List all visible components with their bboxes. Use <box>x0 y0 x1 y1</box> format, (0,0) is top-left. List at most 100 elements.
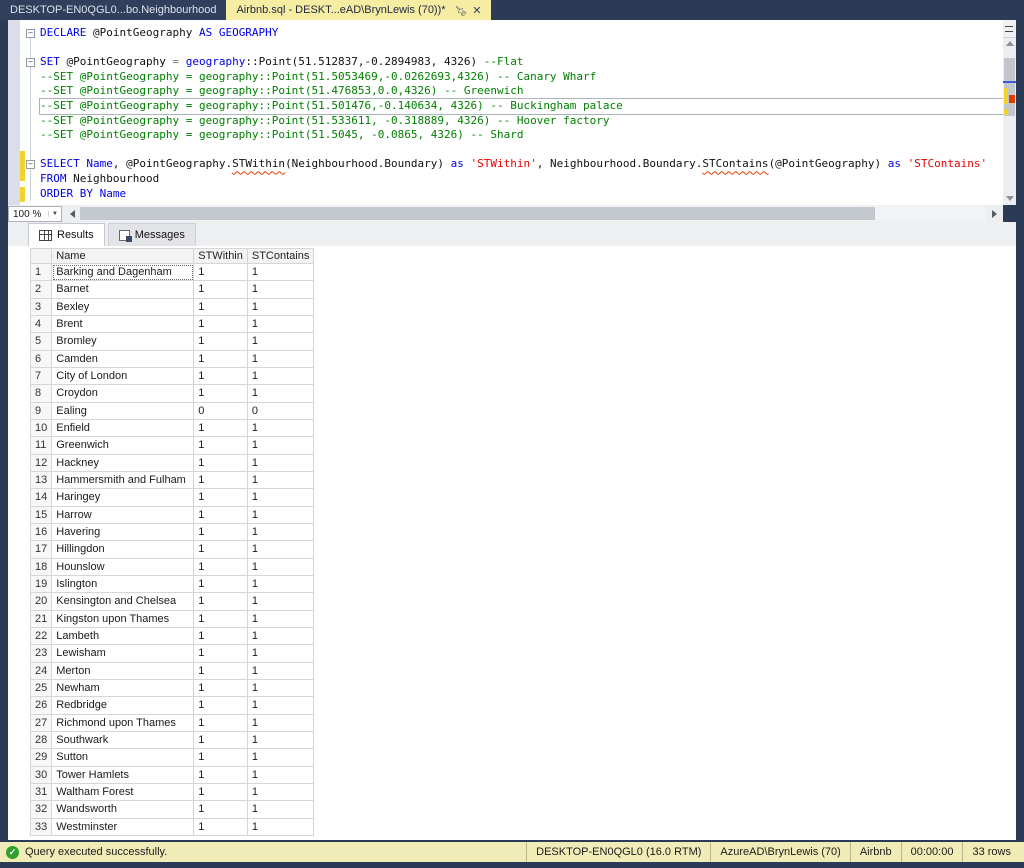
grid-cell[interactable]: Hillingdon <box>52 541 194 558</box>
grid-cell[interactable]: Ealing <box>52 402 194 419</box>
grid-cell[interactable]: 1 <box>247 523 313 540</box>
grid-cell[interactable]: Lambeth <box>52 627 194 644</box>
grid-cell[interactable]: Richmond upon Thames <box>52 714 194 731</box>
grid-cell[interactable]: 1 <box>194 714 248 731</box>
editor-hscrollbar[interactable] <box>80 206 986 221</box>
grid-cell[interactable]: 1 <box>247 367 313 384</box>
grid-cell[interactable]: Newham <box>52 679 194 696</box>
grid-cell[interactable]: Westminster <box>52 818 194 835</box>
row-number[interactable]: 6 <box>31 350 52 367</box>
code-line[interactable]: --SET @PointGeography = geography::Point… <box>40 99 1003 114</box>
grid-cell[interactable]: 1 <box>194 489 248 506</box>
collapse-toggle-icon[interactable]: – <box>26 29 35 38</box>
column-header[interactable]: Name <box>52 249 194 264</box>
grid-cell[interactable]: 1 <box>247 454 313 471</box>
grid-cell[interactable]: Barking and Dagenham <box>52 264 194 281</box>
grid-cell[interactable]: 1 <box>247 264 313 281</box>
results-grid[interactable]: NameSTWithinSTContains 1Barking and Dage… <box>30 248 314 836</box>
grid-cell[interactable]: 1 <box>194 645 248 662</box>
grid-cell[interactable]: 1 <box>194 627 248 644</box>
row-number[interactable]: 33 <box>31 818 52 835</box>
row-number[interactable]: 3 <box>31 298 52 315</box>
grid-cell[interactable]: 1 <box>194 766 248 783</box>
code-line[interactable]: --SET @PointGeography = geography::Point… <box>40 114 1003 129</box>
collapse-toggle-icon[interactable]: – <box>26 58 35 67</box>
document-tab-neighbourhood[interactable]: DESKTOP-EN0QGL0...bo.Neighbourhood <box>0 0 226 20</box>
grid-cell[interactable]: 1 <box>194 593 248 610</box>
code-line[interactable]: --SET @PointGeography = geography::Point… <box>40 128 1003 143</box>
grid-cell[interactable]: 1 <box>247 575 313 592</box>
grid-cell[interactable]: Redbridge <box>52 697 194 714</box>
row-number[interactable]: 23 <box>31 645 52 662</box>
grid-cell[interactable]: Croydon <box>52 385 194 402</box>
grid-cell[interactable]: Southwark <box>52 731 194 748</box>
grid-cell[interactable]: Waltham Forest <box>52 783 194 800</box>
row-number[interactable]: 31 <box>31 783 52 800</box>
grid-cell[interactable]: 1 <box>194 385 248 402</box>
grid-cell[interactable]: 1 <box>194 558 248 575</box>
grid-cell[interactable]: 1 <box>194 333 248 350</box>
column-header-rownum[interactable] <box>31 249 52 264</box>
grid-cell[interactable]: 0 <box>194 402 248 419</box>
code-line[interactable]: SET @PointGeography = geography::Point(5… <box>40 55 1003 70</box>
grid-cell[interactable]: 1 <box>247 350 313 367</box>
hscroll-left-icon[interactable] <box>70 210 75 218</box>
document-tab-airbnb[interactable]: Airbnb.sql - DESKT...eAD\BrynLewis (70))… <box>226 0 491 20</box>
row-number[interactable]: 15 <box>31 506 52 523</box>
sql-editor[interactable]: ––– DECLARE @PointGeography AS GEOGRAPHY… <box>8 20 1003 205</box>
grid-cell[interactable]: 1 <box>194 454 248 471</box>
column-header[interactable]: STContains <box>247 249 313 264</box>
row-number[interactable]: 27 <box>31 714 52 731</box>
row-number[interactable]: 1 <box>31 264 52 281</box>
row-number[interactable]: 2 <box>31 281 52 298</box>
grid-cell[interactable]: 1 <box>247 697 313 714</box>
grid-cell[interactable]: 1 <box>247 489 313 506</box>
grid-cell[interactable]: 1 <box>247 419 313 436</box>
grid-cell[interactable]: Merton <box>52 662 194 679</box>
grid-cell[interactable]: Haringey <box>52 489 194 506</box>
grid-cell[interactable]: 1 <box>247 645 313 662</box>
grid-cell[interactable]: 1 <box>194 783 248 800</box>
editor-vscrollbar[interactable] <box>1003 20 1016 205</box>
grid-cell[interactable]: 1 <box>194 315 248 332</box>
grid-cell[interactable]: 1 <box>247 731 313 748</box>
grid-cell[interactable]: 1 <box>247 766 313 783</box>
grid-cell[interactable]: 1 <box>194 367 248 384</box>
row-number[interactable]: 26 <box>31 697 52 714</box>
grid-cell[interactable]: 1 <box>247 627 313 644</box>
hscroll-thumb[interactable] <box>80 207 875 220</box>
grid-cell[interactable]: 1 <box>194 662 248 679</box>
grid-cell[interactable]: 1 <box>194 575 248 592</box>
grid-cell[interactable]: 1 <box>247 749 313 766</box>
grid-cell[interactable]: 1 <box>247 298 313 315</box>
row-number[interactable]: 12 <box>31 454 52 471</box>
tab-messages[interactable]: Messages <box>108 223 196 246</box>
grid-cell[interactable]: Sutton <box>52 749 194 766</box>
grid-cell[interactable]: Wandsworth <box>52 801 194 818</box>
grid-cell[interactable]: 1 <box>247 818 313 835</box>
row-number[interactable]: 24 <box>31 662 52 679</box>
code-line[interactable]: ORDER BY Name <box>40 187 1003 202</box>
grid-cell[interactable]: Greenwich <box>52 437 194 454</box>
grid-cell[interactable]: 1 <box>194 264 248 281</box>
grid-cell[interactable]: 1 <box>247 437 313 454</box>
grid-cell[interactable]: Havering <box>52 523 194 540</box>
code-line[interactable] <box>40 143 1003 158</box>
row-number[interactable]: 14 <box>31 489 52 506</box>
grid-cell[interactable]: 1 <box>247 783 313 800</box>
grid-cell[interactable]: 1 <box>247 714 313 731</box>
grid-cell[interactable]: Hackney <box>52 454 194 471</box>
grid-cell[interactable]: 1 <box>247 385 313 402</box>
row-number[interactable]: 5 <box>31 333 52 350</box>
row-number[interactable]: 11 <box>31 437 52 454</box>
column-header[interactable]: STWithin <box>194 249 248 264</box>
row-number[interactable]: 10 <box>31 419 52 436</box>
grid-cell[interactable]: 1 <box>194 350 248 367</box>
row-number[interactable]: 18 <box>31 558 52 575</box>
scroll-up-icon[interactable] <box>1006 41 1014 46</box>
grid-cell[interactable]: 1 <box>194 281 248 298</box>
grid-cell[interactable]: Brent <box>52 315 194 332</box>
zoom-select[interactable]: 100 % ▼ <box>8 206 62 222</box>
grid-cell[interactable]: Hammersmith and Fulham <box>52 471 194 488</box>
grid-cell[interactable]: 1 <box>247 471 313 488</box>
